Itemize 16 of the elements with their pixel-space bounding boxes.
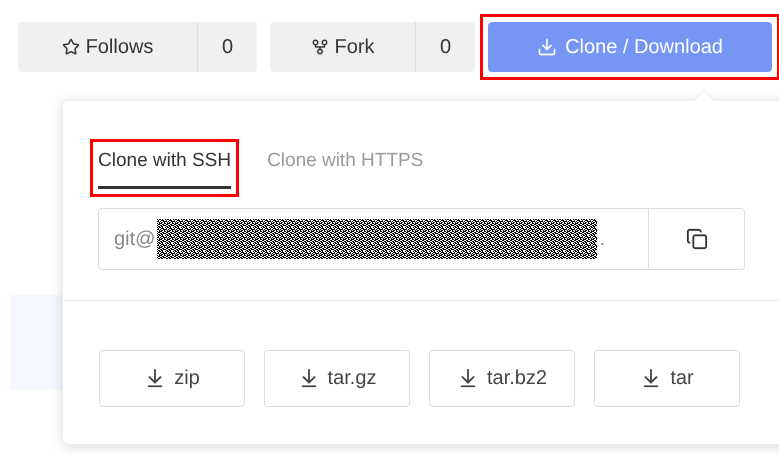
download-archive-button[interactable]: tar xyxy=(594,350,740,406)
action-button[interactable]: Fork xyxy=(270,22,416,72)
tab[interactable]: Clone with SSH xyxy=(98,147,232,188)
clone-url-field[interactable]: git@ . xyxy=(98,208,745,270)
action-button[interactable]: Follows xyxy=(18,22,198,72)
fork-icon xyxy=(310,38,328,56)
url-text: . xyxy=(599,226,605,252)
download-archive-button[interactable]: tar.bz2 xyxy=(429,350,575,406)
url-text: git@ xyxy=(114,226,156,252)
download-archive-button[interactable]: zip xyxy=(99,350,245,406)
count-label: 0 xyxy=(438,35,452,60)
copy-icon xyxy=(686,228,708,250)
count-label: 0 xyxy=(220,35,234,60)
star-icon xyxy=(62,38,80,56)
download-archive-button[interactable]: tar.gz xyxy=(264,350,410,406)
download-icon xyxy=(537,37,558,57)
